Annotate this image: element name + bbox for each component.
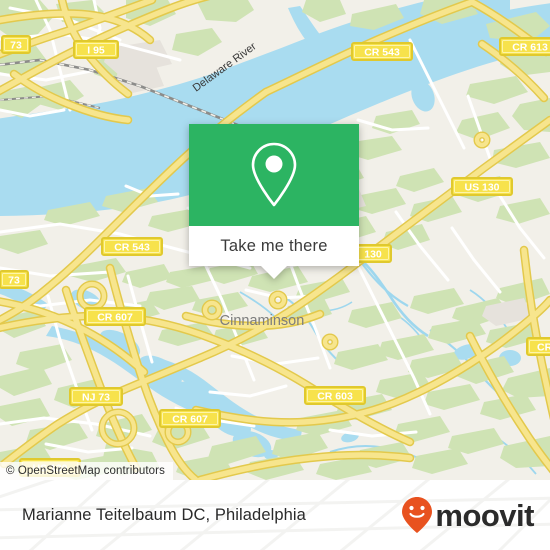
road-shield-label: CR 607 xyxy=(172,414,208,426)
road-shield: CR 603 xyxy=(304,386,366,405)
road-shield-label: 73 xyxy=(10,40,22,52)
road-shield-label: NJ 73 xyxy=(82,392,110,404)
road-shield: CR 543 xyxy=(101,237,163,256)
road-shield-label: US 130 xyxy=(464,182,499,194)
road-shield: 130 xyxy=(354,244,392,263)
page-footer: Marianne Teitelbaum DC, Philadelphia moo… xyxy=(0,480,550,550)
take-me-there-label: Take me there xyxy=(220,236,328,255)
road-shield: 73 xyxy=(1,35,31,54)
map-callout-popup[interactable]: Take me there xyxy=(189,124,359,279)
road-shield: US 130 xyxy=(451,177,513,196)
callout-pointer xyxy=(260,265,288,279)
road-shield: CR 543 xyxy=(351,42,413,61)
road-shield-label: CR 543 xyxy=(364,47,400,59)
road-shield: CR 6 xyxy=(526,337,550,356)
callout-header xyxy=(189,124,359,226)
place-title: Marianne Teitelbaum DC, Philadelphia xyxy=(22,505,306,524)
moovit-wordmark: moovit xyxy=(435,497,534,533)
road-shield: NJ 73 xyxy=(69,387,123,406)
road-shield-label: CR 543 xyxy=(114,242,150,254)
road-shield-label: CR 6 xyxy=(537,342,550,354)
map-pin-icon xyxy=(251,142,297,207)
road-shield: CR 607 xyxy=(159,409,221,428)
road-shield: CR 607 xyxy=(84,307,146,326)
road-shield-label: I 95 xyxy=(87,45,105,57)
place-label-cinnaminson: Cinnaminson xyxy=(220,313,305,329)
moovit-map-screenshot: Delaware River Cinnaminson 73 I 95 CR 543 C… xyxy=(0,0,550,550)
map-attribution: © OpenStreetMap contributors xyxy=(0,462,173,480)
road-shield-label: CR 607 xyxy=(97,312,133,324)
road-shield-label: CR 613 xyxy=(512,42,548,54)
road-shield: 73 xyxy=(0,270,29,289)
moovit-brand-logo[interactable]: moovit xyxy=(401,496,534,534)
road-shield-label: CR 603 xyxy=(317,391,353,403)
callout-footer[interactable]: Take me there xyxy=(189,226,359,279)
road-shield-label: 130 xyxy=(364,249,382,261)
road-shield-label: 73 xyxy=(8,275,20,287)
road-shield: I 95 xyxy=(73,40,119,59)
road-shield: CR 613 xyxy=(499,37,550,56)
moovit-smiley-pin-icon xyxy=(402,497,433,533)
